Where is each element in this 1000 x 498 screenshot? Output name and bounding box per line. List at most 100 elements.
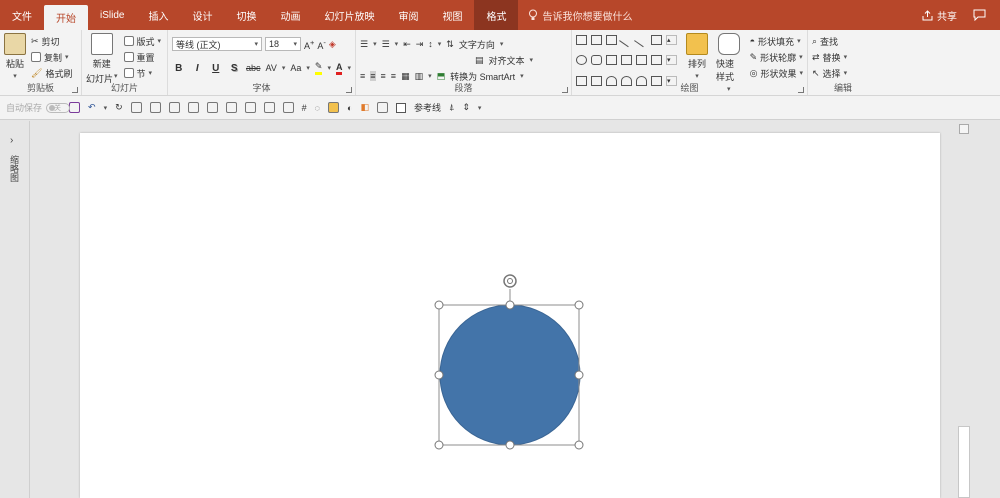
char-spacing-button[interactable]: AV bbox=[266, 63, 277, 73]
shape-fill-dropdown-icon[interactable]: ▾ bbox=[797, 37, 801, 45]
clipboard-launcher-icon[interactable] bbox=[72, 87, 78, 93]
shape-triangle-icon[interactable] bbox=[606, 55, 617, 66]
tab-format[interactable]: 格式 bbox=[474, 0, 519, 30]
qat-tool14-icon[interactable]: ⍋ bbox=[449, 102, 454, 113]
tab-review[interactable]: 审阅 bbox=[386, 0, 430, 30]
qat-tool9-icon[interactable] bbox=[282, 102, 294, 113]
increase-indent-icon[interactable]: ⇥ bbox=[416, 39, 424, 50]
columns-dropdown-icon[interactable]: ▾ bbox=[428, 72, 432, 80]
line-spacing-icon[interactable]: ↕ bbox=[428, 39, 433, 49]
paste-dropdown-icon[interactable]: ▾ bbox=[13, 72, 17, 80]
scroll-up-icon[interactable] bbox=[959, 124, 969, 134]
align-text-icon[interactable]: ▤ bbox=[475, 55, 484, 66]
highlight-icon[interactable]: ✎ bbox=[314, 61, 323, 75]
section-button[interactable]: 节 ▾ bbox=[123, 65, 162, 81]
shape-effects-button[interactable]: ◎ 形状效果 ▾ bbox=[750, 65, 803, 81]
text-direction-label[interactable]: 文字方向 bbox=[459, 38, 495, 51]
qat-tool12-icon[interactable]: ◧ bbox=[360, 102, 369, 113]
shape-fill-button[interactable]: ◓ 形状填充 ▾ bbox=[750, 33, 803, 49]
highlight-dropdown-icon[interactable]: ▾ bbox=[327, 64, 331, 72]
tab-home[interactable]: 开始 bbox=[44, 5, 88, 30]
vertical-scrollbar[interactable] bbox=[957, 121, 971, 498]
paragraph-launcher-icon[interactable] bbox=[562, 87, 568, 93]
find-button[interactable]: ⌕ 查找 bbox=[812, 33, 874, 49]
paste-button[interactable]: 粘贴 ▾ bbox=[4, 33, 26, 81]
increase-font-icon[interactable]: A+ bbox=[304, 38, 314, 51]
tab-file[interactable]: 文件 bbox=[0, 0, 44, 30]
tab-slideshow[interactable]: 幻灯片放映 bbox=[312, 0, 386, 30]
tab-transitions[interactable]: 切换 bbox=[224, 0, 268, 30]
align-left-icon[interactable]: ≡ bbox=[360, 71, 365, 81]
shape-rect-icon[interactable] bbox=[651, 35, 662, 45]
customize-qat-icon[interactable]: ▾ bbox=[478, 104, 482, 112]
tab-islide[interactable]: iSlide bbox=[88, 0, 136, 30]
shape-oval-icon[interactable] bbox=[576, 55, 587, 66]
font-name-combo[interactable]: 等线 (正文) ▾ bbox=[172, 37, 262, 51]
qat-tool3-icon[interactable] bbox=[168, 102, 180, 113]
rotate-handle-icon[interactable] bbox=[503, 274, 517, 288]
share-button[interactable]: 共享 bbox=[922, 8, 957, 23]
shape-outline-dropdown-icon[interactable]: ▾ bbox=[799, 53, 803, 61]
shape-line-icon[interactable] bbox=[619, 32, 634, 48]
shadow-button[interactable]: S bbox=[228, 63, 242, 74]
arrange-dropdown-icon[interactable]: ▾ bbox=[695, 72, 699, 80]
replace-button[interactable]: ⇄ 替换 ▾ bbox=[812, 49, 874, 65]
tab-insert[interactable]: 插入 bbox=[136, 0, 180, 30]
circle-shape[interactable] bbox=[439, 304, 581, 446]
expand-pane-icon[interactable]: › bbox=[10, 135, 13, 146]
resize-handle-s[interactable] bbox=[505, 440, 515, 450]
bullets-dropdown-icon[interactable]: ▾ bbox=[373, 40, 377, 48]
text-direction-icon[interactable]: ⇅ bbox=[446, 39, 454, 50]
qat-tool10-icon[interactable]: ◌ bbox=[315, 103, 320, 113]
comment-icon[interactable] bbox=[973, 9, 986, 21]
format-painter-button[interactable]: 🖌 格式刷 bbox=[31, 65, 72, 81]
scroll-thumb[interactable] bbox=[958, 426, 970, 498]
save-icon[interactable] bbox=[69, 102, 81, 113]
shape-pentagon-icon[interactable] bbox=[576, 35, 587, 45]
copy-dropdown-icon[interactable]: ▾ bbox=[65, 53, 69, 61]
change-case-dropdown-icon[interactable]: ▾ bbox=[306, 64, 310, 72]
italic-button[interactable]: I bbox=[191, 63, 205, 74]
font-size-dropdown-icon[interactable]: ▾ bbox=[293, 40, 297, 48]
align-center-icon[interactable]: ≡ bbox=[370, 71, 376, 81]
new-slide-button[interactable]: 新建 幻灯片 ▾ bbox=[86, 33, 118, 85]
char-spacing-dropdown-icon[interactable]: ▾ bbox=[282, 64, 286, 72]
select-dropdown-icon[interactable]: ▾ bbox=[844, 69, 848, 77]
resize-handle-sw[interactable] bbox=[434, 440, 444, 450]
tab-animations[interactable]: 动画 bbox=[268, 0, 312, 30]
strikethrough-button[interactable]: abc bbox=[246, 63, 261, 73]
resize-handle-n[interactable] bbox=[505, 300, 515, 310]
drawing-launcher-icon[interactable] bbox=[798, 87, 804, 93]
bullets-icon[interactable]: ☰ bbox=[360, 39, 368, 50]
resize-handle-nw[interactable] bbox=[434, 300, 444, 310]
autosave-toggle[interactable]: 自动保存 关 bbox=[6, 101, 71, 114]
change-case-button[interactable]: Aa bbox=[290, 63, 301, 73]
autosave-switch[interactable] bbox=[46, 102, 71, 113]
cut-button[interactable]: ✂ 剪切 bbox=[31, 33, 72, 49]
qat-tool1-icon[interactable] bbox=[130, 102, 142, 113]
tab-design[interactable]: 设计 bbox=[180, 0, 224, 30]
undo-icon[interactable]: ↶ bbox=[88, 102, 96, 113]
gallery-down-icon[interactable]: ▾ bbox=[666, 55, 677, 66]
tell-me-box[interactable]: 告诉我你想要做什么 bbox=[518, 0, 632, 30]
font-color-icon[interactable]: A bbox=[335, 62, 343, 75]
tab-view[interactable]: 视图 bbox=[430, 0, 474, 30]
smartart-icon[interactable]: ⬒ bbox=[437, 71, 446, 82]
bold-button[interactable]: B bbox=[172, 63, 186, 74]
line-spacing-dropdown-icon[interactable]: ▾ bbox=[438, 40, 442, 48]
shape-elbow-icon[interactable] bbox=[621, 55, 632, 66]
qat-tool7-icon[interactable] bbox=[244, 102, 256, 113]
clear-format-icon[interactable]: ◈ bbox=[329, 39, 336, 50]
guides-checkbox[interactable] bbox=[395, 102, 406, 113]
decrease-indent-icon[interactable]: ⇤ bbox=[403, 39, 411, 50]
qat-tool6-icon[interactable] bbox=[225, 102, 237, 113]
slide-canvas[interactable] bbox=[80, 133, 940, 498]
shape-arrow-icon[interactable] bbox=[651, 55, 662, 66]
hash-icon[interactable]: # bbox=[302, 103, 307, 113]
reset-button[interactable]: 重置 bbox=[123, 49, 162, 65]
underline-button[interactable]: U bbox=[209, 63, 223, 74]
layout-dropdown-icon[interactable]: ▾ bbox=[158, 37, 162, 45]
font-color-dropdown-icon[interactable]: ▾ bbox=[347, 64, 351, 72]
layout-button[interactable]: 版式 ▾ bbox=[123, 33, 162, 49]
resize-handle-se[interactable] bbox=[574, 440, 584, 450]
